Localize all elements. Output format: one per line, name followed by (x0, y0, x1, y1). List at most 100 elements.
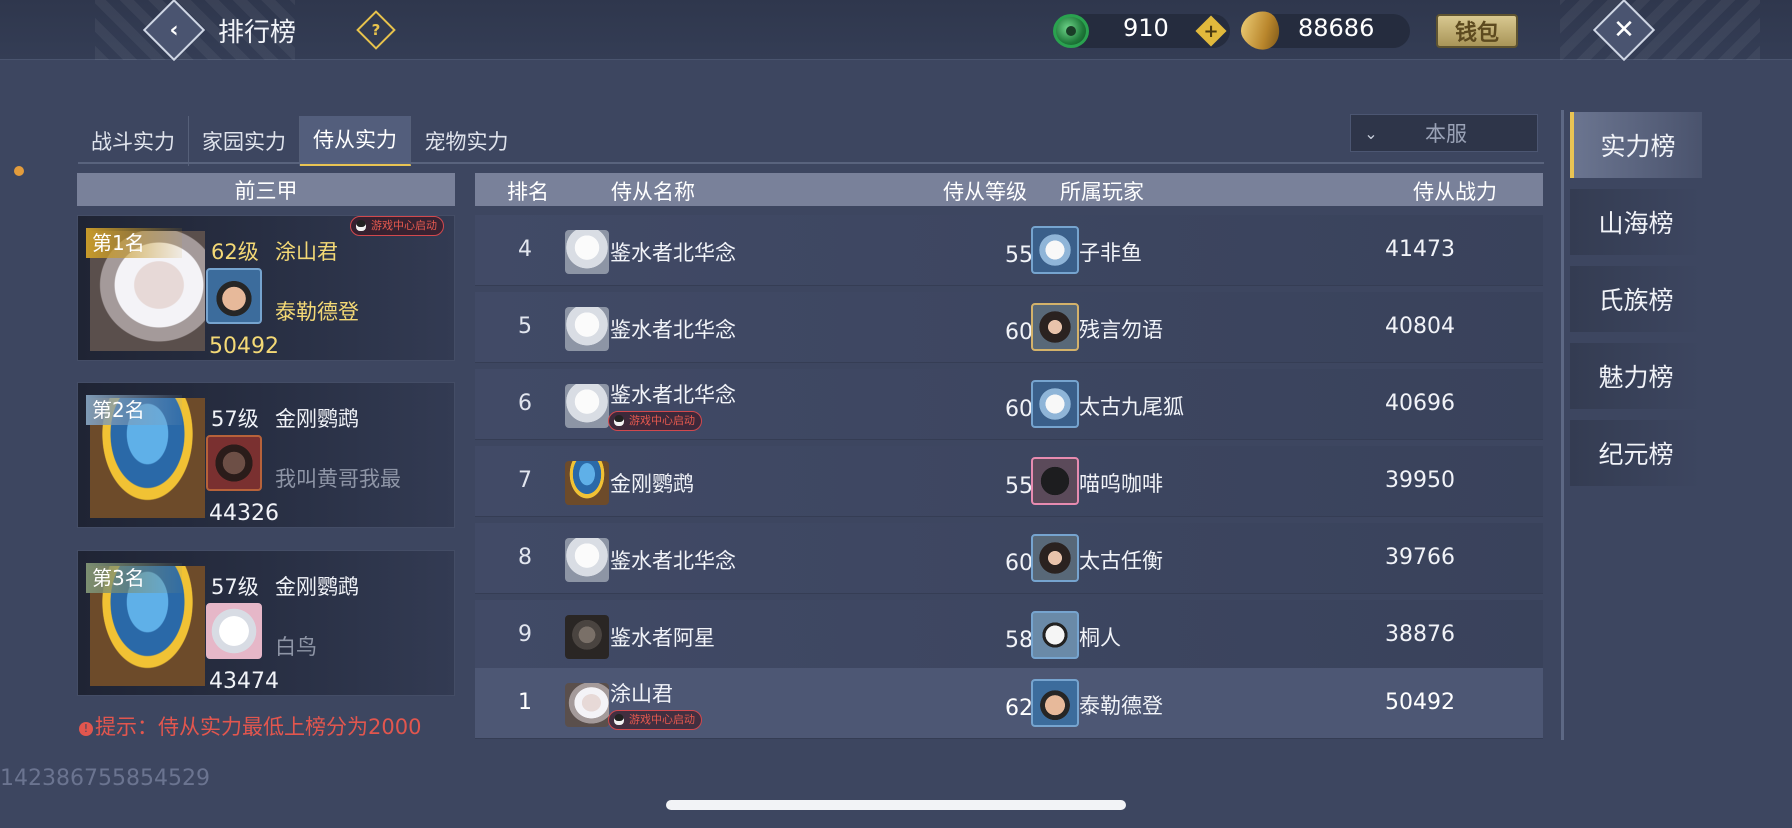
tab-home-power[interactable]: 家园实力 (189, 116, 300, 166)
game-center-badge: 游戏中心启动 (350, 216, 444, 236)
pet-name: 鉴水者北华念 (610, 549, 736, 573)
my-ranking-row[interactable]: 1 涂山君 游戏中心启动 62级 泰勒德登 50492 (475, 668, 1543, 739)
pet-name: 涂山君 (610, 682, 673, 706)
pet-level: 57级 (211, 575, 259, 599)
tab-follower-power[interactable]: 侍从实力 (300, 116, 411, 166)
coin-amount: 88686 (1298, 14, 1375, 42)
ranking-table-header: 排名 侍从名称 侍从等级 所属玩家 侍从战力 (475, 173, 1543, 206)
nav-charm-ranking[interactable]: 魅力榜 (1570, 343, 1702, 409)
owner-name: 喵呜咖啡 (1079, 472, 1163, 496)
rank-label: 第1名 (86, 228, 182, 258)
top3-header: 前三甲 (77, 173, 455, 206)
row-rank: 6 (518, 391, 532, 416)
right-nav-divider (1561, 110, 1564, 740)
game-center-badge: 游戏中心启动 (608, 411, 702, 431)
pet-level: 57级 (211, 407, 259, 431)
pet-power: 40696 (1385, 391, 1455, 416)
table-row[interactable]: 4 鉴水者北华念 55级 子非鱼 41473 (475, 215, 1543, 286)
tab-divider (78, 162, 1544, 164)
owner-name: 我叫黄哥我最 (275, 467, 401, 491)
top3-card-2[interactable]: 第2名 57级 金刚鹦鹉 我叫黄哥我最 44326 (77, 382, 455, 528)
table-row[interactable]: 5 鉴水者北华念 60级 残言勿语 40804 (475, 292, 1543, 363)
pet-score: 43474 (209, 669, 279, 694)
tab-pet-power[interactable]: 宠物实力 (411, 116, 522, 166)
pet-power: 39950 (1385, 468, 1455, 493)
owner-name: 太古九尾狐 (1079, 395, 1184, 419)
header-level: 侍从等级 (943, 180, 1027, 204)
row-rank: 1 (518, 690, 532, 715)
pet-avatar (565, 230, 609, 274)
nav-shanhai-ranking[interactable]: 山海榜 (1570, 189, 1702, 255)
owner-name: 残言勿语 (1079, 318, 1163, 342)
pet-avatar (565, 615, 609, 659)
server-dropdown-value: 本服 (1425, 122, 1467, 146)
pet-power: 41473 (1385, 237, 1455, 262)
player-uid: 142386755854529 (0, 766, 210, 791)
tab-combat-power[interactable]: 战斗实力 (78, 116, 189, 166)
owner-avatar (1031, 611, 1079, 659)
close-icon: ✕ (1613, 15, 1635, 45)
hint-text: 提示：侍从实力最低上榜分为2000 (95, 715, 422, 739)
pet-name: 涂山君 (275, 240, 338, 264)
pet-name: 金刚鹦鹉 (610, 472, 694, 496)
jade-amount: 910 (1123, 14, 1169, 42)
category-tabs: 战斗实力 家园实力 侍从实力 宠物实力 (78, 116, 522, 166)
header-decoration-right (1560, 0, 1760, 60)
row-rank: 8 (518, 545, 532, 570)
table-row[interactable]: 8 鉴水者北华念 60级 太古任衡 39766 (475, 523, 1543, 594)
pet-name: 金刚鹦鹉 (275, 407, 359, 431)
row-rank: 9 (518, 622, 532, 647)
add-currency-button[interactable]: + (1195, 15, 1227, 47)
nav-strength-ranking[interactable]: 实力榜 (1570, 112, 1702, 178)
plus-icon: + (1203, 20, 1219, 42)
owner-avatar (1031, 679, 1079, 727)
table-row[interactable]: 6 鉴水者北华念 游戏中心启动 60级 太古九尾狐 40696 (475, 369, 1543, 440)
pet-power: 50492 (1385, 690, 1455, 715)
owner-name: 太古任衡 (1079, 549, 1163, 573)
owner-avatar (1031, 457, 1079, 505)
top3-card-3[interactable]: 第3名 57级 金刚鹦鹉 白鸟 43474 (77, 550, 455, 696)
table-row[interactable]: 9 鉴水者阿星 58级 桐人 38876 (475, 600, 1543, 671)
notification-dot (14, 166, 24, 176)
pet-name: 鉴水者北华念 (610, 241, 736, 265)
pet-score: 50492 (209, 334, 279, 359)
owner-name: 泰勒德登 (275, 300, 359, 324)
owner-name: 泰勒德登 (1079, 694, 1163, 718)
nav-era-ranking[interactable]: 纪元榜 (1570, 420, 1702, 486)
owner-avatar (1031, 534, 1079, 582)
owner-avatar (206, 435, 262, 491)
owner-avatar (1031, 380, 1079, 428)
nav-clan-ranking[interactable]: 氏族榜 (1570, 266, 1702, 332)
home-indicator[interactable] (666, 800, 1126, 810)
pet-name: 鉴水者阿星 (610, 626, 715, 650)
pet-avatar (565, 461, 609, 505)
page-title: 排行榜 (218, 18, 297, 48)
question-icon: ? (371, 21, 381, 39)
owner-avatar (1031, 226, 1079, 274)
pet-power: 40804 (1385, 314, 1455, 339)
pet-name: 鉴水者北华念 (610, 383, 736, 407)
pet-name: 鉴水者北华念 (610, 318, 736, 342)
pet-avatar (565, 683, 609, 727)
table-row[interactable]: 7 金刚鹦鹉 55级 喵呜咖啡 39950 (475, 446, 1543, 517)
pet-avatar (565, 307, 609, 351)
chevron-down-icon: ⌄ (1364, 123, 1378, 143)
rank-label: 第3名 (86, 563, 182, 593)
row-rank: 5 (518, 314, 532, 339)
jade-icon (1053, 14, 1089, 48)
owner-avatar (206, 268, 262, 324)
top3-card-1[interactable]: 第1名 游戏中心启动 62级 涂山君 泰勒德登 50492 (77, 215, 455, 361)
owner-name: 白鸟 (275, 635, 317, 659)
header-power: 侍从战力 (1413, 180, 1497, 204)
wallet-button[interactable]: 钱包 (1436, 14, 1518, 48)
pet-avatar (565, 384, 609, 428)
warning-icon: ! (79, 722, 93, 736)
rank-label: 第2名 (86, 395, 182, 425)
row-rank: 4 (518, 237, 532, 262)
server-dropdown[interactable]: ⌄ 本服 (1350, 114, 1538, 152)
owner-avatar (1031, 303, 1079, 351)
header-name: 侍从名称 (611, 180, 695, 204)
game-center-badge: 游戏中心启动 (608, 710, 702, 730)
owner-name: 子非鱼 (1079, 241, 1142, 265)
header-rank: 排名 (507, 180, 549, 204)
